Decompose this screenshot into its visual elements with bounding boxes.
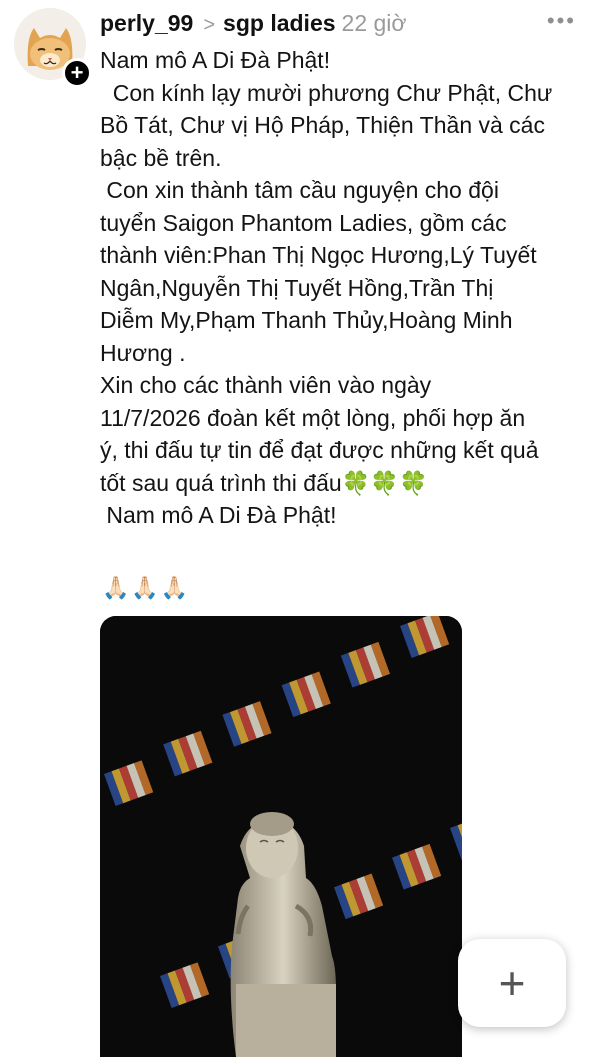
chevron-right-icon: > <box>203 14 216 36</box>
post-image[interactable] <box>100 616 462 1057</box>
buddha-statue-photo <box>100 616 462 1057</box>
plus-icon: + <box>498 957 526 1009</box>
post-text-line: thành viên:Phan Thị Ngọc Hương,Lý Tuyết <box>100 242 537 268</box>
post-text-line: Xin cho các thành viên vào ngày <box>100 372 432 398</box>
post-text-line: Ngân,Nguyễn Thị Tuyết Hồng,Trần Thị <box>100 274 494 301</box>
post-text-line: Con xin thành tâm cầu nguyện cho đội <box>100 177 499 203</box>
post-text-line: Hương . <box>100 339 186 366</box>
post-text-line: Con kính lạy mười phương Chư Phật, Chư <box>100 79 553 106</box>
post-text-line: tuyển Saigon Phantom Ladies, gồm các <box>100 209 507 236</box>
post-text: Nam mô A Di Đà Phật! Con kính lạy mười p… <box>100 44 586 532</box>
post-header: perly_99 > sgp ladies 22 giờ <box>100 6 580 40</box>
post-text-line: tốt sau quá trình thi đấu🍀🍀🍀 <box>100 469 428 496</box>
post-text-line: ý, thi đấu tự tin để đạt được những kết … <box>100 437 539 463</box>
post-text-line: Nam mô A Di Đà Phật! <box>100 47 331 73</box>
group-link[interactable]: sgp ladies <box>223 10 335 36</box>
more-options-icon[interactable]: ••• <box>547 8 576 34</box>
username-link[interactable]: perly_99 <box>100 10 193 36</box>
prayer-hands-emoji: 🙏🏻🙏🏻🙏🏻 <box>102 575 191 600</box>
post-text-line: 11/7/2026 đoàn kết một lòng, phối hợp ăn <box>100 404 526 431</box>
follow-plus-icon[interactable]: + <box>62 58 92 88</box>
post-timestamp: 22 giờ <box>341 10 407 36</box>
new-post-button[interactable]: + <box>458 939 566 1027</box>
post-text-line: Diễm My,Phạm Thanh Thủy,Hoàng Minh <box>100 307 513 333</box>
post-text-line: Nam mô A Di Đà Phật! <box>100 502 337 528</box>
post-text-line: Bồ Tát, Chư vị Hộ Pháp, Thiện Thần và cá… <box>100 112 545 138</box>
post-text-line: bậc bề trên. <box>100 144 222 171</box>
